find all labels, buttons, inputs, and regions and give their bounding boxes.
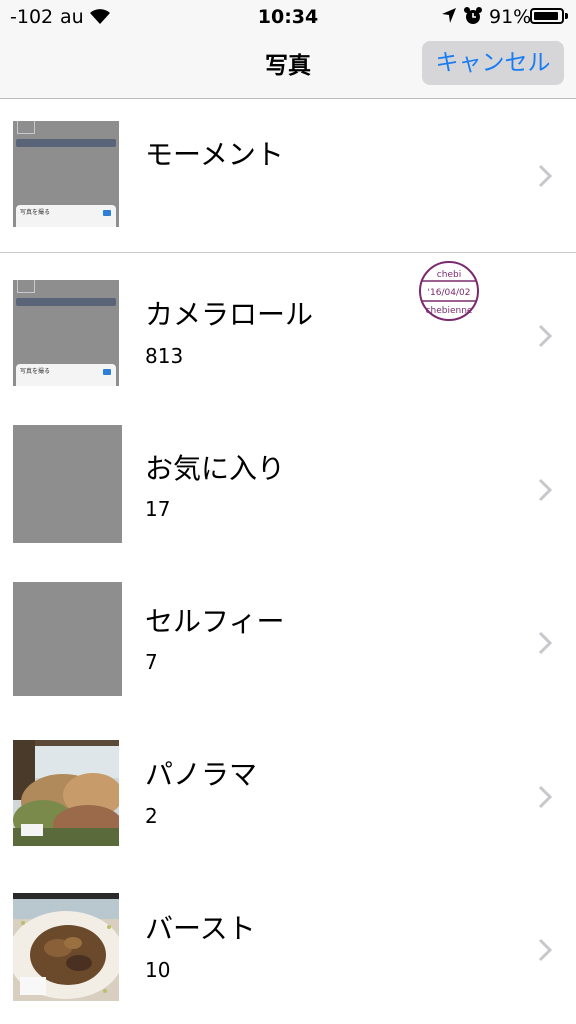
thumbnail-sheet: 写真を撮る xyxy=(16,364,116,386)
album-row-selfies[interactable]: セルフィー 7 xyxy=(0,561,576,715)
album-label: お気に入り xyxy=(145,452,286,485)
album-row-camera-roll[interactable]: 写真を撮る カメラロール 813 xyxy=(0,253,576,407)
album-row-favorites[interactable]: お気に入り 17 xyxy=(0,407,576,561)
album-row-bursts[interactable]: バースト 10 xyxy=(0,869,576,1024)
panorama-photo xyxy=(13,740,119,846)
chevron-right-icon xyxy=(538,164,552,188)
burst-photo xyxy=(13,893,119,999)
camera-icon xyxy=(103,369,111,375)
album-row-moments[interactable]: 写真を撮る モーメント chebi '16/04/02 chebienne xyxy=(0,99,576,321)
thumbnail-bar xyxy=(16,139,116,147)
camera-icon xyxy=(103,210,111,216)
alarm-clock-icon xyxy=(464,7,482,24)
album-thumbnail xyxy=(13,740,119,846)
album-label: パノラマ xyxy=(145,758,258,791)
chevron-right-icon xyxy=(538,938,552,962)
battery-percent: 91% xyxy=(489,6,532,28)
album-thumbnail xyxy=(13,425,122,543)
album-count: 17 xyxy=(145,497,171,521)
thumbnail-corner xyxy=(17,121,35,134)
chevron-right-icon xyxy=(538,785,552,809)
album-label: モーメント xyxy=(145,138,284,171)
thumbnail-text: 写真を撮る xyxy=(20,209,51,216)
album-thumbnail: 写真を撮る xyxy=(13,280,119,386)
thumbnail-sheet: 写真を撮る xyxy=(16,205,116,227)
battery-tip xyxy=(565,13,568,19)
status-bar: -102 au 10:34 91% xyxy=(0,0,576,34)
album-label: バースト xyxy=(145,912,256,945)
album-count: 2 xyxy=(145,804,158,828)
cancel-button[interactable]: キャンセル xyxy=(422,41,564,85)
album-thumbnail: 写真を撮る xyxy=(13,121,119,227)
navigation-bar: 写真 キャンセル xyxy=(0,34,576,99)
album-count: 7 xyxy=(145,650,158,674)
battery-level xyxy=(534,12,558,20)
chevron-right-icon xyxy=(538,324,552,348)
album-count: 813 xyxy=(145,344,184,368)
battery-icon xyxy=(530,8,564,24)
chevron-right-icon xyxy=(538,478,552,502)
album-row-panoramas[interactable]: パノラマ 2 xyxy=(0,715,576,869)
chevron-right-icon xyxy=(538,631,552,655)
thumbnail-text: 写真を撮る xyxy=(20,368,51,375)
thumbnail-bar xyxy=(16,298,116,306)
location-arrow-icon xyxy=(442,8,456,23)
album-thumbnail xyxy=(13,582,122,696)
album-label: セルフィー xyxy=(145,605,285,638)
album-count: 10 xyxy=(145,958,171,982)
album-label: カメラロール xyxy=(145,298,314,331)
album-thumbnail xyxy=(13,893,119,1001)
thumbnail-corner xyxy=(17,280,35,293)
